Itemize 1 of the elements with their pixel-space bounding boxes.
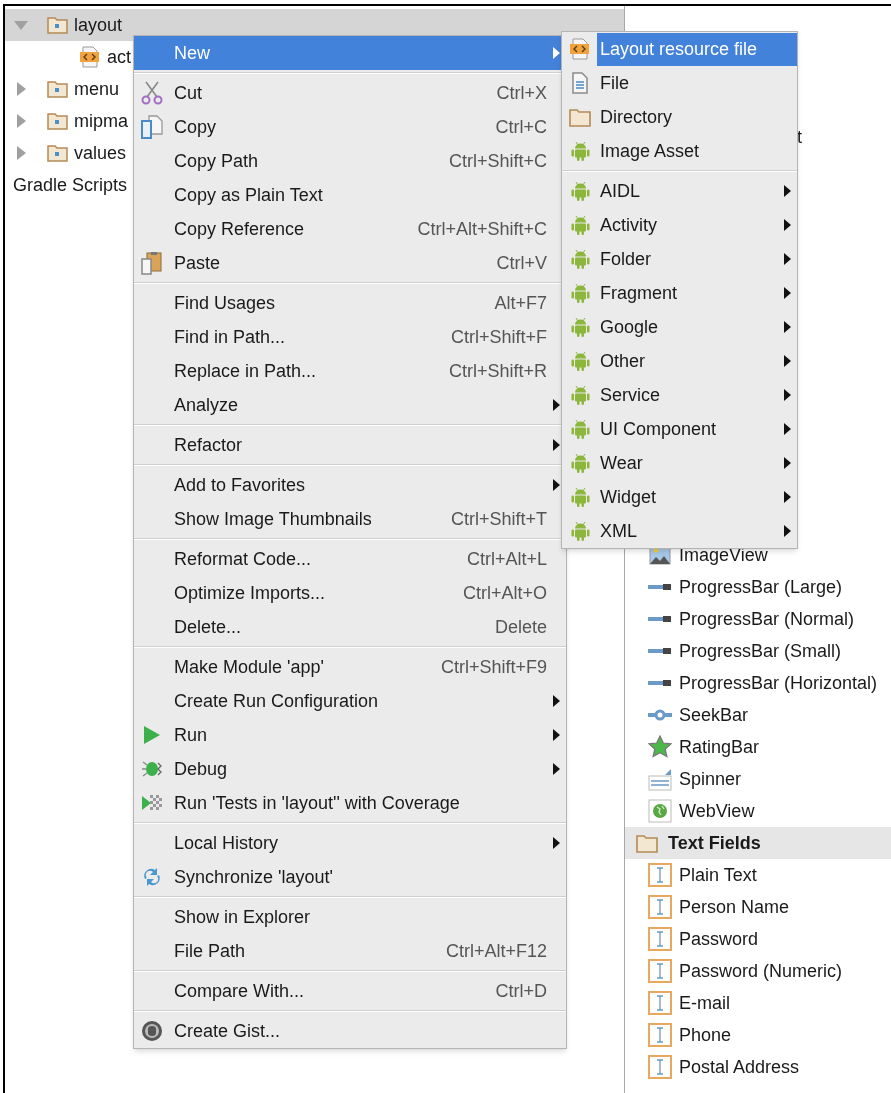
palette-item-text: t: [797, 125, 802, 149]
